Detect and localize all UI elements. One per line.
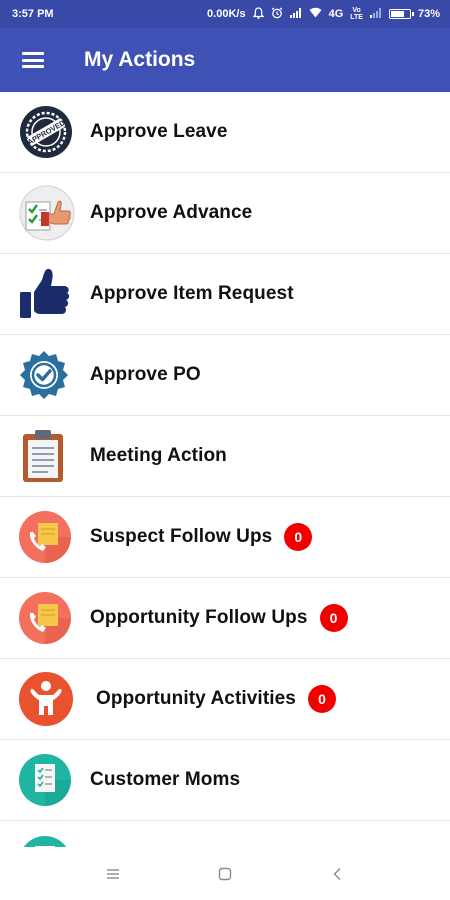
list-item-opportunity-activities[interactable]: Opportunity Activities 0 <box>0 659 450 740</box>
item-label: Suspect Follow Ups <box>90 526 273 547</box>
network-type: 4G <box>328 8 344 20</box>
item-label: Approve Advance <box>90 202 253 223</box>
list-item-approve-advance[interactable]: Approve Advance <box>0 173 450 254</box>
status-bar: 3:57 PM 0.00K/s 4G Vo LTE 73% <box>0 0 450 28</box>
approved-stamp-icon: APPROVED <box>0 92 90 173</box>
alarm-icon <box>271 6 283 22</box>
wifi-icon <box>309 7 322 21</box>
item-label: Approve Leave <box>90 121 228 142</box>
bell-icon <box>252 6 265 22</box>
menu-button[interactable] <box>0 28 84 92</box>
count-badge: 0 <box>284 523 313 551</box>
status-icons: 0.00K/s 4G Vo LTE 73% <box>207 6 440 22</box>
phone-note-icon <box>0 497 90 578</box>
list-item-customer-moms[interactable]: Customer Moms <box>0 740 450 821</box>
home-button[interactable] <box>201 854 249 894</box>
count-badge: 0 <box>319 604 348 632</box>
signal-icon <box>289 7 302 21</box>
hamburger-icon <box>22 52 44 68</box>
list-item-opportunity-follow-ups[interactable]: Opportunity Follow Ups 0 <box>0 578 450 659</box>
status-time: 3:57 PM <box>12 8 54 20</box>
list-item-approve-po[interactable]: Approve PO <box>0 335 450 416</box>
home-square-icon <box>218 867 232 880</box>
list-item-approve-leave[interactable]: APPROVED Approve Leave <box>0 92 450 173</box>
list-item-partial[interactable] <box>0 821 450 847</box>
back-chevron-icon <box>333 867 341 880</box>
checklist-icon <box>0 740 90 821</box>
item-label: Customer Moms <box>90 769 241 790</box>
menu-lines-icon <box>107 868 119 879</box>
system-nav-bar <box>0 847 450 900</box>
list-item-suspect-follow-ups[interactable]: Suspect Follow Ups 0 <box>0 497 450 578</box>
count-badge: 0 <box>307 685 336 713</box>
back-button[interactable] <box>313 854 361 894</box>
page-title: My Actions <box>84 48 196 71</box>
list-item-approve-item-request[interactable]: Approve Item Request <box>0 254 450 335</box>
volte-bottom: LTE <box>350 14 363 21</box>
recents-button[interactable] <box>89 854 137 894</box>
battery-fill <box>390 11 405 17</box>
volte-top: Vo <box>352 7 361 14</box>
battery-icon <box>388 9 414 19</box>
list-item-meeting-action[interactable]: Meeting Action <box>0 416 450 497</box>
thumbs-up-check-icon <box>0 173 90 254</box>
thumbs-up-icon <box>0 254 90 335</box>
check-badge-icon <box>0 335 90 416</box>
item-label: Approve Item Request <box>90 283 294 304</box>
battery-percent: 73% <box>417 8 440 20</box>
net-speed: 0.00K/s <box>207 8 246 20</box>
volte-icon: Vo LTE <box>350 7 363 21</box>
clipboard-icon <box>0 416 90 497</box>
person-activity-icon <box>0 659 90 740</box>
item-label: Opportunity Activities <box>96 688 296 709</box>
actions-list: APPROVED Approve Leave Approve Advance A… <box>0 92 450 847</box>
item-label: Approve PO <box>90 364 201 385</box>
item-label: Meeting Action <box>90 445 227 466</box>
teal-circle-icon <box>0 821 90 847</box>
item-label: Opportunity Follow Ups <box>90 607 308 628</box>
signal-weak-icon <box>369 7 382 21</box>
phone-note-icon <box>0 578 90 659</box>
app-bar: My Actions <box>0 28 450 92</box>
